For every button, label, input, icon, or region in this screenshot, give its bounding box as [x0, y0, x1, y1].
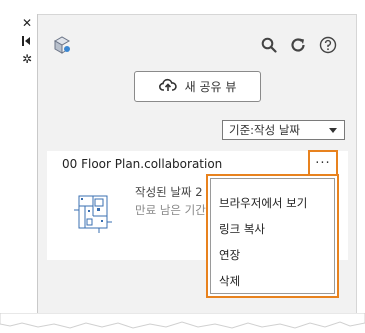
- context-menu: 브라우저에서 보기 링크 복사 연장 삭제: [210, 178, 335, 294]
- floor-plan-thumbnail: [73, 192, 113, 234]
- new-share-view-label: 새 공유 뷰: [184, 80, 237, 94]
- collapse-icon[interactable]: [21, 35, 33, 47]
- created-date-text: 작성된 날짜 2: [135, 185, 203, 199]
- menu-item-copy-link[interactable]: 링크 복사: [219, 221, 265, 237]
- menu-item-view-in-browser[interactable]: 브라우저에서 보기: [219, 195, 307, 211]
- model-logo-icon: [52, 35, 72, 55]
- help-icon[interactable]: [318, 35, 338, 55]
- chevron-down-icon: [329, 128, 337, 133]
- card-title: 00 Floor Plan.collaboration: [62, 157, 223, 171]
- torn-edge: [0, 312, 365, 333]
- settings-icon[interactable]: ✲: [21, 53, 33, 65]
- close-icon[interactable]: ✕: [21, 17, 33, 29]
- expiry-text: 만료 남은 기간: [135, 203, 206, 217]
- menu-item-delete[interactable]: 삭제: [219, 273, 240, 289]
- sort-selected-value: 기준:작성 날짜: [229, 123, 301, 137]
- refresh-icon[interactable]: [288, 35, 308, 55]
- search-icon[interactable]: [259, 35, 279, 55]
- context-menu-highlight: 브라우저에서 보기 링크 복사 연장 삭제: [206, 174, 339, 298]
- palette-strip: ✕ ✲: [0, 0, 38, 314]
- sort-dropdown[interactable]: 기준:작성 날짜: [222, 120, 345, 140]
- new-share-view-button[interactable]: 새 공유 뷰: [134, 71, 261, 102]
- cloud-upload-icon: [158, 78, 177, 95]
- menu-item-extend[interactable]: 연장: [219, 247, 240, 263]
- more-options-button[interactable]: ···: [308, 150, 338, 174]
